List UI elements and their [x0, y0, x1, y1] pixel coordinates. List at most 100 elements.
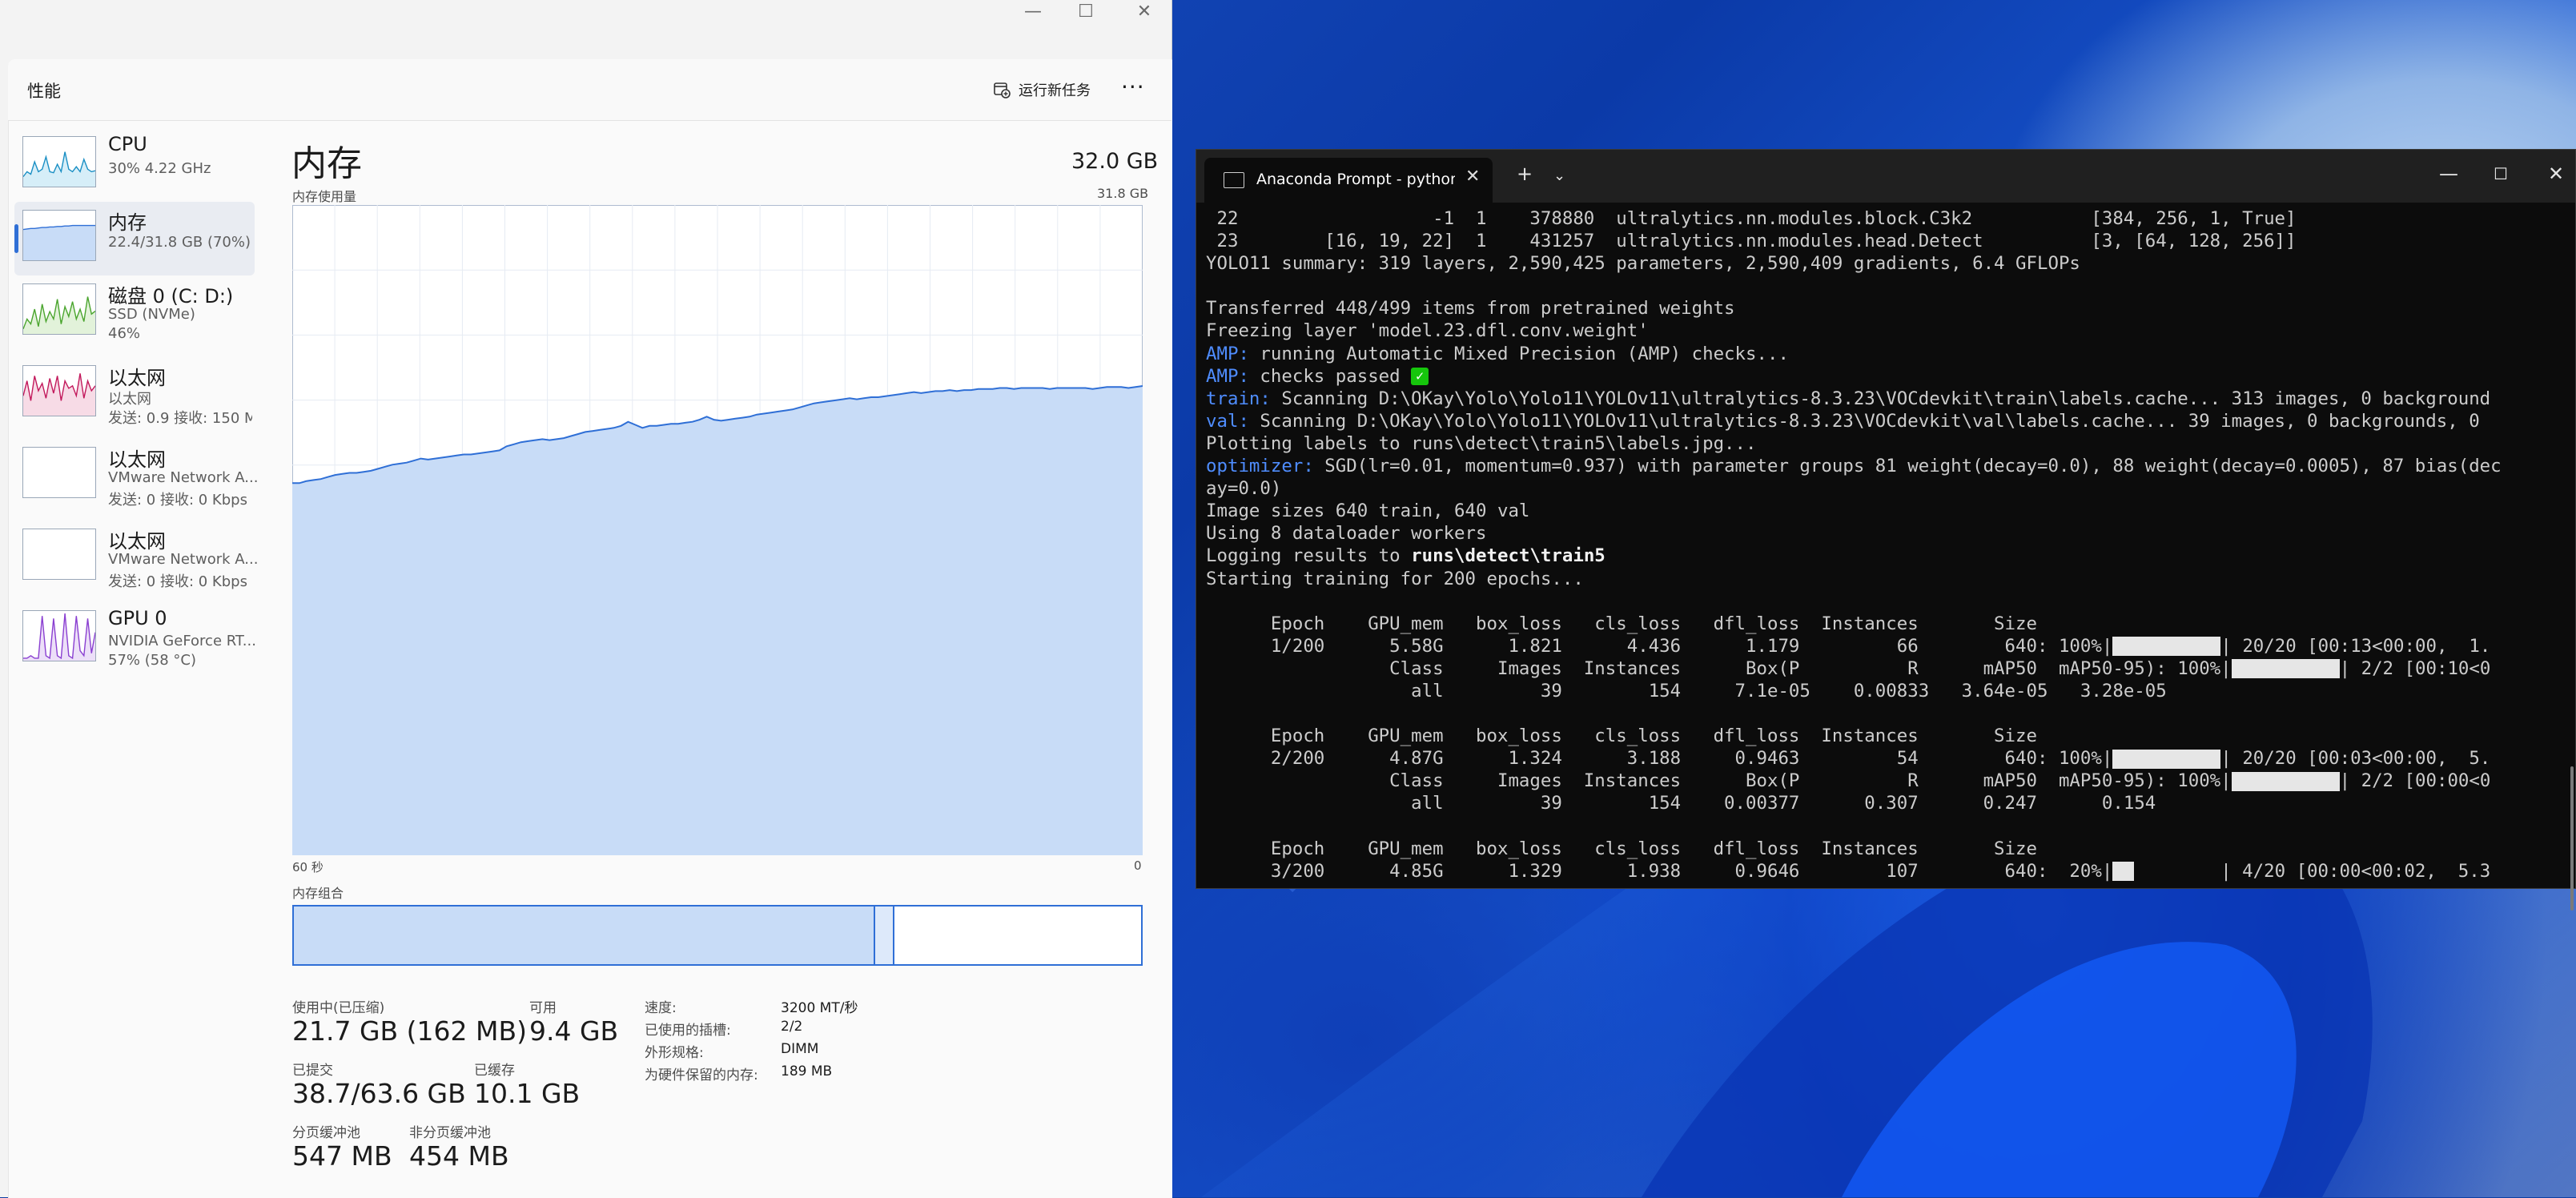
speed-label: 速度:: [645, 1000, 677, 1016]
terminal-text: Freezing layer 'model.23.dfl.conv.weight…: [1206, 320, 1649, 342]
sidebar-item-detail: 57% (58 °C): [108, 652, 196, 669]
sidebar-item-detail: SSD (NVMe): [108, 306, 195, 323]
terminal-text: Epoch GPU_mem box_loss cls_loss dfl_loss…: [1206, 838, 2037, 859]
close-button[interactable]: ✕: [1116, 0, 1172, 26]
new-tab-icon[interactable]: +: [1517, 163, 1533, 185]
terminal-text: Scanning D:\OKay\Yolo\Yolo11\YOLOv11\ult…: [1248, 410, 2480, 432]
terminal-text: all 39 154 7.1e-05 0.00833 3.64e-05 3.28…: [1206, 680, 2167, 702]
close-button[interactable]: ✕: [2548, 163, 2564, 185]
terminal-output[interactable]: 22 -1 1 378880 ultralytics.nn.modules.bl…: [1206, 207, 2567, 888]
terminal-prefix: optimizer:: [1206, 456, 1314, 477]
terminal-line: all 39 154 7.1e-05 0.00833 3.64e-05 3.28…: [1206, 680, 2567, 702]
terminal-text: | 20/20 [00:13<00:00, 1.: [2220, 635, 2491, 657]
memory-total: 32.0 GB: [1071, 149, 1159, 174]
terminal-text: 2/200 4.87G 1.324 3.188 0.9463 54 640: 1…: [1206, 748, 2113, 770]
progress-bar: [2231, 659, 2340, 679]
terminal-title-bar: Anaconda Prompt - python yo ✕ + ⌄ — ☐ ✕: [1196, 150, 2575, 203]
terminal-line: Using 8 dataloader workers: [1206, 522, 2567, 545]
slots-value: 2/2: [781, 1019, 803, 1035]
terminal-line: YOLO11 summary: 319 layers, 2,590,425 pa…: [1206, 252, 2567, 275]
cached-value: 10.1 GB: [474, 1078, 581, 1109]
sidebar-item-detail: 以太网: [108, 391, 151, 408]
sidebar-item-ethernet-vmware-2[interactable]: 以太网 VMware Network A... 发送: 0 接收: 0 Kbps: [14, 521, 259, 594]
minimize-button[interactable]: —: [2439, 163, 2458, 185]
maximize-button[interactable]: ☐: [2494, 164, 2508, 183]
sidebar-item-cpu[interactable]: CPU 30% 4.22 GHz: [14, 128, 255, 202]
terminal-text: ay=0.0): [1206, 478, 1282, 500]
terminal-scrollbar[interactable]: [2570, 766, 2574, 911]
terminal-line: Class Images Instances Box(P R mAP50 mAP…: [1206, 770, 2567, 792]
terminal-text: | 4/20 [00:00<00:02, 5.3: [2134, 860, 2491, 882]
terminal-text: | 2/2 [00:00<0: [2339, 770, 2491, 792]
terminal-text: checks passed: [1248, 365, 1412, 387]
sidebar-item-ethernet-vmware-1[interactable]: 以太网 VMware Network A... 发送: 0 接收: 0 Kbps: [14, 439, 258, 513]
paged-pool-label: 分页缓冲池: [292, 1125, 360, 1141]
sidebar-item-ethernet[interactable]: 以太网 以太网 发送: 0.9 接收: 150 Mt: [14, 357, 255, 431]
sidebar-item-label: 内存: [108, 211, 147, 234]
progress-bar: [2231, 771, 2340, 791]
terminal-text: YOLO11 summary: 319 layers, 2,590,425 pa…: [1206, 253, 2080, 275]
gpu-sparkline: [22, 610, 96, 661]
cached-label: 已缓存: [474, 1063, 515, 1079]
terminal-line: optimizer: SGD(lr=0.01, momentum=0.937) …: [1206, 455, 2567, 477]
terminal-text: 23 [16, 19, 22] 1 431257 ultralytics.nn.…: [1206, 231, 2297, 252]
more-options-button[interactable]: ···: [1121, 74, 1145, 100]
sidebar-item-detail: 22.4/31.8 GB (70%): [108, 234, 251, 251]
composition-modified: [874, 907, 894, 964]
page-title: 性能: [27, 82, 61, 101]
terminal-tab-title: Anaconda Prompt - python yo: [1256, 171, 1455, 188]
terminal-line: Epoch GPU_mem box_loss cls_loss dfl_loss…: [1206, 725, 2567, 747]
minimize-button[interactable]: —: [1005, 0, 1061, 26]
terminal-line: 22 -1 1 378880 ultralytics.nn.modules.bl…: [1206, 207, 2567, 230]
available-value: 9.4 GB: [529, 1015, 619, 1047]
terminal-line: Freezing layer 'model.23.dfl.conv.weight…: [1206, 320, 2567, 342]
ethernet-sparkline: [22, 365, 96, 416]
terminal-line: train: Scanning D:\OKay\Yolo\Yolo11\YOLO…: [1206, 388, 2567, 410]
sidebar-item-memory[interactable]: 内存 22.4/31.8 GB (70%): [14, 202, 255, 275]
chart-time-end: 0: [1134, 858, 1142, 873]
terminal-text: Epoch GPU_mem box_loss cls_loss dfl_loss…: [1206, 726, 2037, 747]
terminal-tab[interactable]: Anaconda Prompt - python yo ✕: [1204, 158, 1493, 203]
task-manager-window: — ☐ ✕ 性能 运行新任务 ··· CPU 30% 4.22 GHz 内存 2…: [0, 0, 1172, 1198]
terminal-prefix: AMP:: [1206, 343, 1249, 364]
run-new-task-button[interactable]: 运行新任务: [993, 75, 1091, 104]
terminal-line: Epoch GPU_mem box_loss cls_loss dfl_loss…: [1206, 613, 2567, 635]
terminal-line: Image sizes 640 train, 640 val: [1206, 500, 2567, 522]
slots-label: 已使用的插槽:: [645, 1023, 731, 1039]
performance-header: 性能 运行新任务 ···: [8, 59, 1171, 121]
in-use-value: 21.7 GB (162 MB): [292, 1015, 528, 1047]
terminal-line: 23 [16, 19, 22] 1 431257 ultralytics.nn.…: [1206, 230, 2567, 252]
terminal-line: Epoch GPU_mem box_loss cls_loss dfl_loss…: [1206, 838, 2567, 860]
progress-bar: [2112, 637, 2221, 657]
close-tab-icon[interactable]: ✕: [1465, 167, 1480, 187]
sidebar-item-disk[interactable]: 磁盘 0 (C: D:) SSD (NVMe) 46%: [14, 275, 255, 349]
form-factor-label: 外形规格:: [645, 1045, 704, 1061]
terminal-line: Starting training for 200 epochs...: [1206, 568, 2567, 590]
ethernet-sparkline: [22, 447, 96, 498]
chart-time-start: 60 秒: [292, 860, 324, 874]
terminal-text: Class Images Instances Box(P R mAP50 mAP…: [1206, 770, 2232, 792]
sidebar-item-gpu[interactable]: GPU 0 NVIDIA GeForce RT... 57% (58 °C): [14, 602, 256, 676]
terminal-text: Using 8 dataloader workers: [1206, 523, 1487, 545]
terminal-window: Anaconda Prompt - python yo ✕ + ⌄ — ☐ ✕ …: [1196, 149, 2576, 911]
ethernet-sparkline: [22, 529, 96, 580]
sidebar-item-detail: 发送: 0 接收: 0 Kbps: [108, 492, 247, 509]
maximize-button[interactable]: ☐: [1058, 0, 1114, 26]
cpu-sparkline: [22, 136, 96, 187]
sidebar-item-detail: VMware Network A...: [108, 551, 259, 568]
paged-pool-value: 547 MB: [292, 1140, 392, 1172]
composition-in-use: [294, 907, 875, 964]
terminal-text: Class Images Instances Box(P R mAP50 mAP…: [1206, 657, 2232, 679]
terminal-line: val: Scanning D:\OKay\Yolo\Yolo11\YOLOv1…: [1206, 410, 2567, 432]
form-factor-value: DIMM: [781, 1041, 819, 1057]
sidebar-item-label: 以太网: [108, 530, 166, 553]
nonpaged-pool-label: 非分页缓冲池: [409, 1125, 491, 1141]
memory-sparkline: [22, 210, 96, 261]
terminal-text: running Automatic Mixed Precision (AMP) …: [1248, 343, 1789, 364]
chevron-down-icon[interactable]: ⌄: [1553, 167, 1565, 184]
terminal-line: Logging results to runs\detect\train5: [1206, 545, 2567, 567]
sidebar-item-detail: NVIDIA GeForce RT...: [108, 633, 256, 649]
terminal-text: SGD(lr=0.01, momentum=0.937) with parame…: [1313, 456, 2502, 477]
